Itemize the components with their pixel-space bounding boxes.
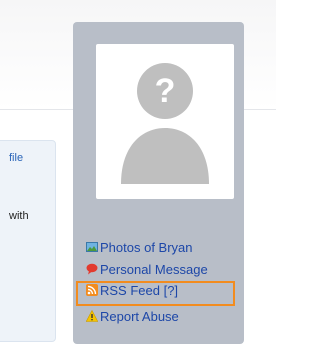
default-user-icon: ? [121,63,209,184]
warning-icon [85,309,99,322]
report-abuse-link[interactable]: Report Abuse [85,307,179,325]
avatar: ? [96,44,234,199]
personal-message-label: Personal Message [100,261,208,277]
svg-text:?: ? [155,72,176,110]
speech-bubble-icon [86,263,98,275]
report-abuse-label: Report Abuse [100,308,179,324]
photo-icon [86,241,98,253]
profile-content-panel [0,140,56,342]
content-text-fragment: with [9,210,29,222]
profile-link-fragment[interactable]: file [9,152,23,164]
personal-message-link[interactable]: Personal Message [86,260,208,278]
photos-link[interactable]: Photos of Bryan [86,238,193,256]
photos-link-label: Photos of Bryan [100,239,193,255]
rss-feed-highlight-box [76,281,235,306]
